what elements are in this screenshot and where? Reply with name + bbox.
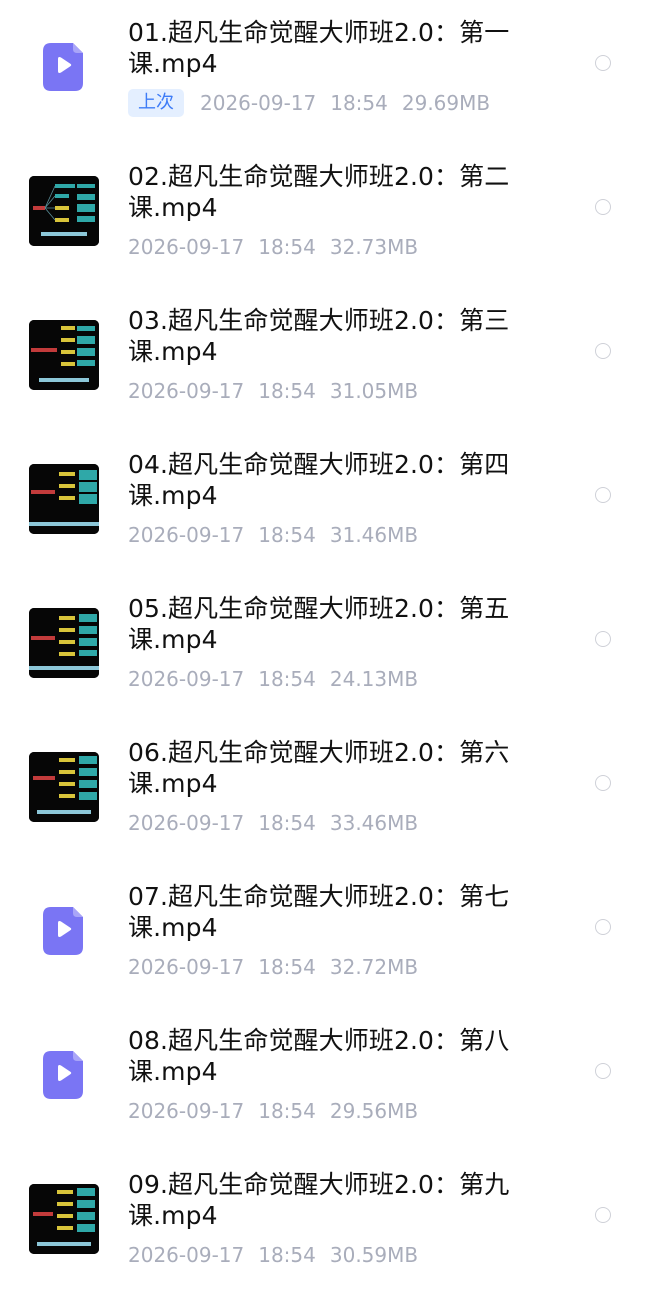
file-size: 29.69MB — [401, 91, 491, 115]
file-name: 07.超凡生命觉醒大师班2.0：第七课.mp4 — [128, 882, 510, 942]
select-radio[interactable] — [595, 919, 611, 935]
file-time: 18:54 — [258, 1099, 316, 1123]
file-thumbnail — [28, 176, 100, 246]
list-item[interactable]: 02.超凡生命觉醒大师班2.0：第二课.mp4 2026-09-17 18:54… — [0, 144, 656, 288]
file-meta: 2026-09-17 18:54 24.13MB — [128, 664, 418, 694]
file-name: 09.超凡生命觉醒大师班2.0：第九课.mp4 — [128, 1170, 510, 1230]
select-radio[interactable] — [595, 1207, 611, 1223]
last-played-badge: 上次 — [128, 89, 184, 117]
file-date: 2026-09-17 — [200, 91, 317, 115]
file-time: 18:54 — [258, 379, 316, 403]
file-date: 2026-09-17 — [128, 667, 245, 691]
file-date: 2026-09-17 — [128, 523, 245, 547]
video-thumbnail — [29, 608, 99, 678]
video-thumbnail — [29, 1184, 99, 1254]
file-thumbnail — [28, 32, 100, 102]
list-item[interactable]: 06.超凡生命觉醒大师班2.0：第六课.mp4 2026-09-17 18:54… — [0, 720, 656, 864]
file-thumbnail — [28, 464, 100, 534]
video-file-icon — [43, 1051, 83, 1099]
file-size: 29.56MB — [329, 1099, 419, 1123]
file-time: 18:54 — [258, 1243, 316, 1267]
list-item[interactable]: 05.超凡生命觉醒大师班2.0：第五课.mp4 2026-09-17 18:54… — [0, 576, 656, 720]
file-meta: 2026-09-17 18:54 32.73MB — [128, 232, 418, 262]
select-radio[interactable] — [595, 487, 611, 503]
file-time: 18:54 — [258, 523, 316, 547]
file-name: 08.超凡生命觉醒大师班2.0：第八课.mp4 — [128, 1026, 510, 1086]
file-thumbnail — [28, 1184, 100, 1254]
file-time: 18:54 — [258, 667, 316, 691]
file-name: 04.超凡生命觉醒大师班2.0：第四课.mp4 — [128, 450, 510, 510]
list-item[interactable]: 01.超凡生命觉醒大师班2.0：第一课.mp4 上次 2026-09-17 18… — [0, 0, 656, 144]
file-name: 05.超凡生命觉醒大师班2.0：第五课.mp4 — [128, 594, 510, 654]
file-thumbnail — [28, 608, 100, 678]
file-size: 32.73MB — [329, 235, 419, 259]
file-date: 2026-09-17 — [128, 1099, 245, 1123]
file-time: 18:54 — [258, 811, 316, 835]
file-meta: 2026-09-17 18:54 32.72MB — [128, 952, 418, 982]
video-file-icon — [43, 907, 83, 955]
file-size: 30.59MB — [329, 1243, 419, 1267]
select-radio[interactable] — [595, 631, 611, 647]
file-name: 06.超凡生命觉醒大师班2.0：第六课.mp4 — [128, 738, 510, 798]
select-radio[interactable] — [595, 775, 611, 791]
list-item[interactable]: 09.超凡生命觉醒大师班2.0：第九课.mp4 2026-09-17 18:54… — [0, 1152, 656, 1296]
video-thumbnail — [29, 464, 99, 534]
file-name: 02.超凡生命觉醒大师班2.0：第二课.mp4 — [128, 162, 510, 222]
select-radio[interactable] — [595, 1063, 611, 1079]
video-file-icon — [43, 43, 83, 91]
video-thumbnail — [29, 320, 99, 390]
video-thumbnail — [29, 176, 99, 246]
file-size: 31.05MB — [329, 379, 419, 403]
list-item[interactable]: 04.超凡生命觉醒大师班2.0：第四课.mp4 2026-09-17 18:54… — [0, 432, 656, 576]
file-list: 01.超凡生命觉醒大师班2.0：第一课.mp4 上次 2026-09-17 18… — [0, 0, 656, 1280]
file-time: 18:54 — [330, 91, 388, 115]
file-thumbnail — [28, 752, 100, 822]
file-time: 18:54 — [258, 235, 316, 259]
select-radio[interactable] — [595, 343, 611, 359]
video-thumbnail — [29, 752, 99, 822]
file-thumbnail — [28, 320, 100, 390]
file-name: 03.超凡生命觉醒大师班2.0：第三课.mp4 — [128, 306, 510, 366]
file-thumbnail — [28, 896, 100, 966]
list-item[interactable]: 08.超凡生命觉醒大师班2.0：第八课.mp4 2026-09-17 18:54… — [0, 1008, 656, 1152]
file-size: 31.46MB — [329, 523, 419, 547]
select-radio[interactable] — [595, 199, 611, 215]
list-item[interactable]: 07.超凡生命觉醒大师班2.0：第七课.mp4 2026-09-17 18:54… — [0, 864, 656, 1008]
file-size: 24.13MB — [329, 667, 419, 691]
file-date: 2026-09-17 — [128, 1243, 245, 1267]
file-meta: 2026-09-17 18:54 33.46MB — [128, 808, 418, 838]
file-date: 2026-09-17 — [128, 379, 245, 403]
file-date: 2026-09-17 — [128, 235, 245, 259]
file-size: 33.46MB — [329, 811, 419, 835]
file-date: 2026-09-17 — [128, 811, 245, 835]
file-name: 01.超凡生命觉醒大师班2.0：第一课.mp4 — [128, 18, 510, 78]
file-meta: 2026-09-17 18:54 30.59MB — [128, 1240, 418, 1270]
file-size: 32.72MB — [329, 955, 419, 979]
file-meta: 2026-09-17 18:54 31.46MB — [128, 520, 418, 550]
file-meta: 2026-09-17 18:54 31.05MB — [128, 376, 418, 406]
file-meta: 上次 2026-09-17 18:54 29.69MB — [128, 88, 490, 118]
file-time: 18:54 — [258, 955, 316, 979]
list-item[interactable]: 03.超凡生命觉醒大师班2.0：第三课.mp4 2026-09-17 18:54… — [0, 288, 656, 432]
file-meta: 2026-09-17 18:54 29.56MB — [128, 1096, 418, 1126]
file-thumbnail — [28, 1040, 100, 1110]
file-date: 2026-09-17 — [128, 955, 245, 979]
select-radio[interactable] — [595, 55, 611, 71]
